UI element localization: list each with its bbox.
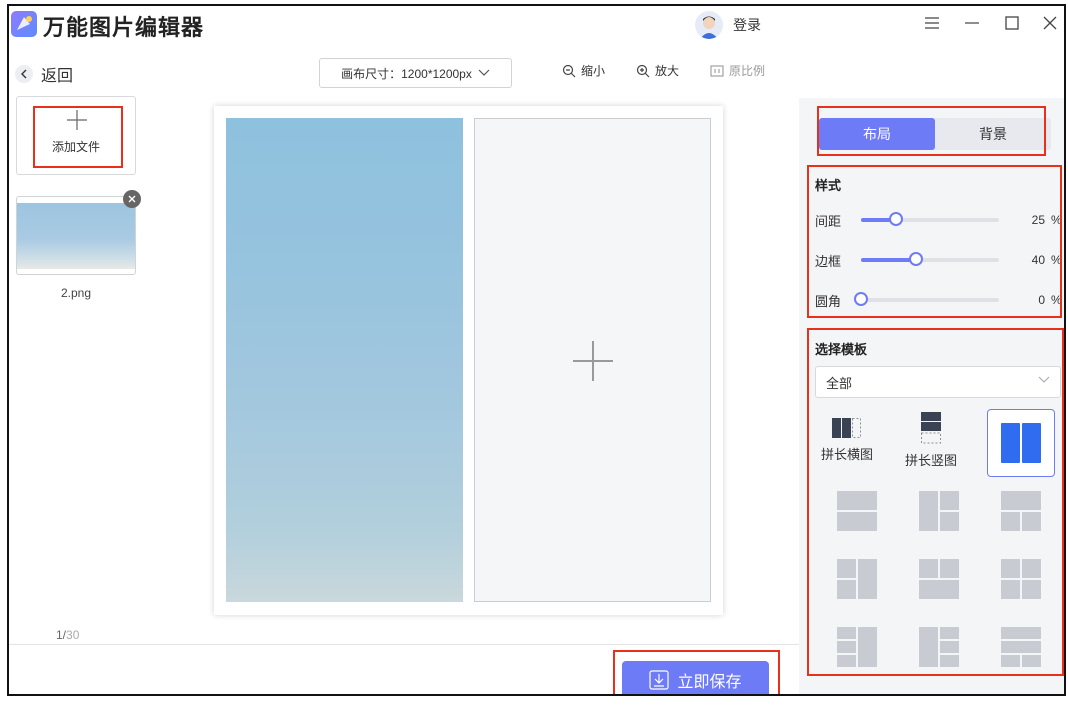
page-count: 1/30 [56, 628, 79, 642]
chevron-left-icon [15, 65, 33, 83]
back-label: 返回 [41, 68, 74, 85]
toolbar: 返回 画布尺寸：1200*1200px 缩小 放大 原比例 [9, 48, 1064, 94]
collage-cell-image[interactable] [226, 118, 463, 602]
original-ratio-label: 原比例 [729, 64, 766, 78]
add-image-icon [573, 341, 613, 381]
highlight-box-tabs [817, 106, 1046, 156]
zoom-in-button[interactable]: 放大 [636, 62, 679, 79]
zoom-out-icon [562, 64, 576, 77]
zoom-out-button[interactable]: 缩小 [562, 62, 605, 79]
page-total: 30 [66, 628, 80, 642]
page-current: 1/ [56, 628, 67, 642]
app-logo-icon [11, 11, 37, 37]
original-ratio-button[interactable]: 原比例 [710, 62, 765, 79]
file-name: 2.png [60, 286, 92, 300]
collage-cell-empty[interactable] [474, 118, 711, 602]
highlight-box-style [807, 165, 1062, 318]
thumbnail-image [17, 203, 135, 269]
menu-icon[interactable] [921, 12, 943, 34]
divider [9, 644, 799, 645]
zoom-in-label: 放大 [655, 64, 680, 78]
login-button[interactable]: 登录 [695, 10, 761, 40]
highlight-box-save [613, 650, 780, 694]
original-ratio-icon [710, 64, 724, 77]
file-thumbnail[interactable] [16, 196, 136, 275]
login-label: 登录 [733, 17, 761, 33]
chevron-down-icon [478, 69, 490, 76]
maximize-icon[interactable] [1001, 12, 1023, 34]
title-bar: 万能图片编辑器 登录 [9, 6, 1064, 46]
remove-file-icon[interactable] [123, 190, 141, 208]
zoom-out-label: 缩小 [581, 64, 606, 78]
avatar [695, 11, 723, 39]
highlight-box-add-file [33, 106, 123, 168]
canvas-size-select[interactable]: 画布尺寸：1200*1200px [319, 58, 512, 88]
canvas-size-label: 画布尺寸：1200*1200px [341, 66, 472, 81]
zoom-in-icon [636, 64, 650, 77]
app-title: 万能图片编辑器 [43, 15, 205, 40]
app-window: 万能图片编辑器 登录 返回 画布尺寸：1200*1200px 缩小 放大 原比例… [7, 4, 1066, 696]
minimize-icon[interactable] [961, 12, 983, 34]
template-scrollbar[interactable] [1064, 408, 1066, 536]
highlight-box-templates [807, 328, 1064, 676]
collage-canvas [214, 106, 723, 615]
close-icon[interactable] [1039, 12, 1061, 34]
back-button[interactable]: 返回 [15, 62, 73, 86]
